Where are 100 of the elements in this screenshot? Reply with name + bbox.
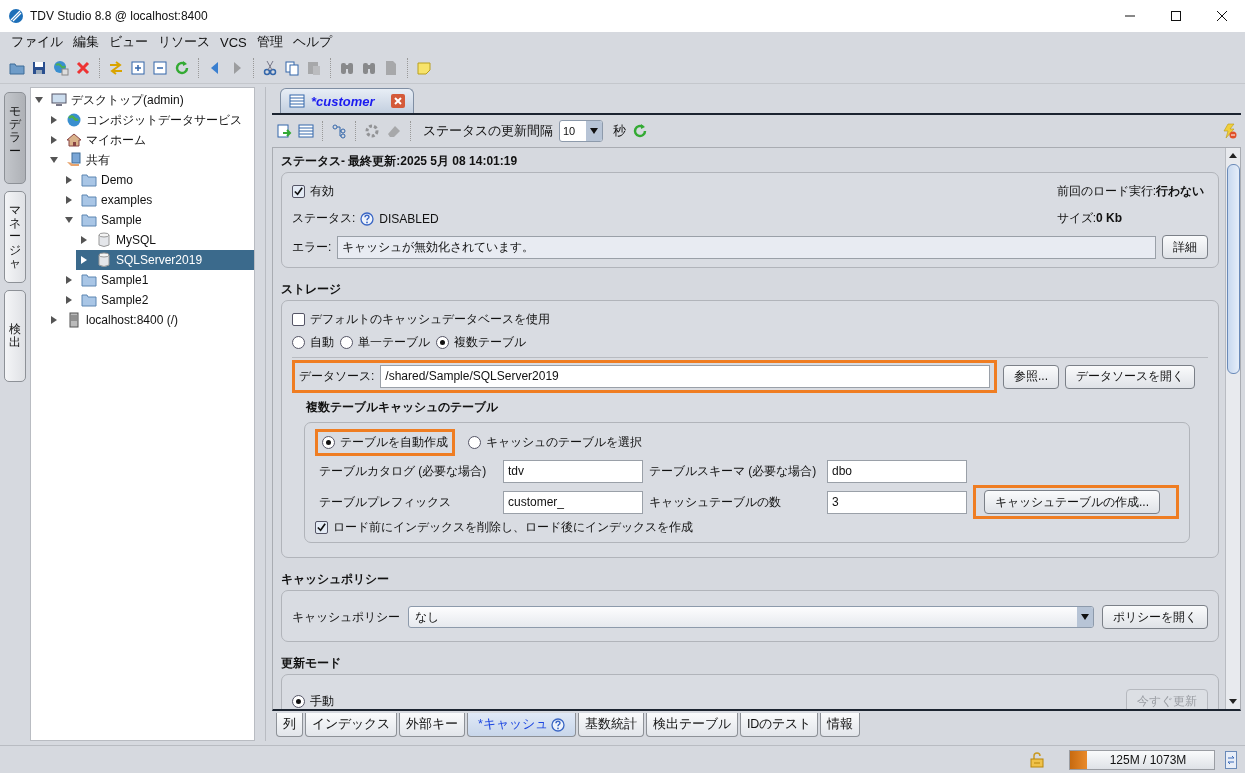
- tab[interactable]: 検出テーブル: [645, 713, 738, 737]
- lightning-stop-icon[interactable]: [1221, 123, 1237, 139]
- side-tab[interactable]: モデラー: [4, 92, 26, 184]
- expand-arrow-icon[interactable]: [50, 316, 58, 324]
- radio-button[interactable]: [468, 436, 481, 449]
- text-field[interactable]: キャッシュが無効化されています。: [337, 235, 1156, 259]
- interval-dropdown[interactable]: 10: [559, 120, 603, 142]
- tab[interactable]: 情報: [820, 713, 861, 737]
- collapse-arrow-icon[interactable]: [50, 156, 58, 164]
- menu-item[interactable]: リソース: [153, 33, 215, 51]
- field-label: テーブルスキーマ (必要な場合): [649, 463, 818, 480]
- scissors-icon[interactable]: [262, 59, 278, 76]
- scrollbar[interactable]: [1225, 148, 1240, 709]
- section-heading: ステータス- 最終更新:2025 5月 08 14:01:19: [281, 153, 519, 170]
- tab[interactable]: 基数統計: [577, 713, 644, 737]
- scroll-up-icon[interactable]: [1228, 151, 1238, 161]
- close-icon[interactable]: [1217, 11, 1227, 21]
- app-logo-icon: [8, 8, 24, 24]
- tree-item[interactable]: コンポジットデータサービス: [86, 111, 242, 129]
- menu-item[interactable]: ファイル: [6, 33, 68, 51]
- menu-item[interactable]: VCS: [215, 34, 252, 50]
- collapse-arrow-icon[interactable]: [35, 96, 43, 104]
- editor-tab[interactable]: *customer: [280, 88, 414, 113]
- text-field[interactable]: /shared/Sample/SQLServer2019: [380, 365, 990, 388]
- policy-dropdown[interactable]: なし: [408, 606, 1094, 628]
- scroll-down-icon[interactable]: [1228, 696, 1238, 706]
- nodes-icon[interactable]: [331, 123, 347, 139]
- tree-item[interactable]: localhost:8400 (/): [86, 313, 179, 327]
- button[interactable]: データソースを開く: [1065, 364, 1195, 389]
- checkbox[interactable]: [292, 185, 305, 198]
- tree-item[interactable]: Sample1: [101, 273, 149, 287]
- dropdown-arrow-icon[interactable]: [1077, 607, 1093, 627]
- last-load-text: 前回のロード実行:行わない: [1056, 183, 1204, 200]
- tree-item[interactable]: Sample2: [101, 293, 149, 307]
- expand-arrow-icon[interactable]: [80, 256, 88, 264]
- tab[interactable]: 外部キー: [399, 713, 465, 737]
- text-field[interactable]: dbo: [827, 460, 967, 483]
- table-icon[interactable]: [298, 123, 314, 139]
- radio-button[interactable]: [340, 336, 353, 349]
- checkbox[interactable]: [292, 313, 305, 326]
- side-tab[interactable]: 検出: [4, 290, 26, 382]
- garbage-collect-icon[interactable]: [1225, 750, 1237, 769]
- collapse-arrow-icon[interactable]: [65, 216, 73, 224]
- section-heading: キャッシュポリシー: [281, 571, 390, 588]
- tab[interactable]: *キャッシュ: [467, 713, 576, 737]
- tab[interactable]: インデックス: [305, 713, 397, 737]
- radio-label: 手動: [310, 692, 334, 709]
- text-field[interactable]: customer_: [503, 490, 643, 514]
- globe-icon[interactable]: [53, 59, 69, 76]
- monitor-icon: [51, 92, 67, 108]
- text-field[interactable]: 3: [827, 490, 967, 514]
- menu-item[interactable]: ビュー: [104, 33, 153, 51]
- open-policy-button[interactable]: ポリシーを開く: [1102, 605, 1208, 629]
- menu-item[interactable]: ヘルプ: [287, 33, 337, 51]
- expand-arrow-icon[interactable]: [50, 116, 58, 124]
- expand-arrow-icon[interactable]: [65, 196, 73, 204]
- tab[interactable]: IDのテスト: [739, 713, 819, 737]
- field-label: キャッシュテーブルの数: [649, 493, 782, 511]
- house-icon: [66, 132, 82, 148]
- expand-arrow-icon[interactable]: [80, 236, 88, 244]
- tree-item[interactable]: マイホーム: [86, 131, 146, 149]
- dropdown-arrow-icon[interactable]: [586, 121, 602, 141]
- create-tables-button[interactable]: キャッシュテーブルの作成...: [984, 490, 1160, 514]
- expand-arrow-icon[interactable]: [65, 176, 73, 184]
- globe-icon: [66, 112, 82, 128]
- tree-item[interactable]: examples: [101, 193, 153, 207]
- plus-square-icon[interactable]: [130, 59, 146, 76]
- help-icon[interactable]: [550, 717, 565, 732]
- tree-item[interactable]: デスクトップ(admin): [71, 91, 184, 109]
- database-icon: [96, 252, 112, 268]
- radio-label: キャッシュのテーブルを選択: [486, 434, 642, 451]
- tree-item[interactable]: Demo: [101, 173, 133, 187]
- menu-item[interactable]: 編集: [68, 33, 104, 51]
- policy-label: キャッシュポリシー: [292, 608, 400, 626]
- data-source-label: データソース:: [299, 368, 375, 385]
- copy-icon[interactable]: [284, 59, 300, 76]
- checkbox[interactable]: [315, 521, 328, 534]
- side-tab[interactable]: マネージャ: [4, 191, 26, 283]
- interval-label: ステータスの更新間隔: [423, 122, 553, 140]
- help-icon[interactable]: [360, 211, 375, 226]
- expand-arrow-icon[interactable]: [65, 276, 73, 284]
- radio-button[interactable]: [322, 436, 335, 449]
- radio-button[interactable]: [292, 336, 305, 349]
- radio-button[interactable]: [292, 694, 305, 708]
- radio-button[interactable]: [436, 336, 449, 349]
- expand-arrow-icon[interactable]: [65, 296, 73, 304]
- minus-square-icon[interactable]: [152, 59, 168, 76]
- tab[interactable]: 列: [276, 713, 303, 737]
- menu-item[interactable]: 管理: [251, 33, 288, 51]
- tree-item[interactable]: SQLServer2019: [76, 250, 254, 270]
- details-button[interactable]: 詳細: [1162, 235, 1208, 259]
- button[interactable]: 参照...: [1003, 364, 1059, 389]
- maximize-icon[interactable]: [1171, 11, 1181, 21]
- x-mark-icon[interactable]: [75, 59, 91, 76]
- expand-arrow-icon[interactable]: [50, 136, 58, 144]
- scrollbar-thumb[interactable]: [1226, 164, 1240, 374]
- tree-item[interactable]: 共有: [86, 151, 110, 169]
- tree-item[interactable]: MySQL: [116, 233, 156, 247]
- tree-item[interactable]: Sample: [101, 213, 142, 227]
- text-field[interactable]: tdv: [503, 460, 643, 483]
